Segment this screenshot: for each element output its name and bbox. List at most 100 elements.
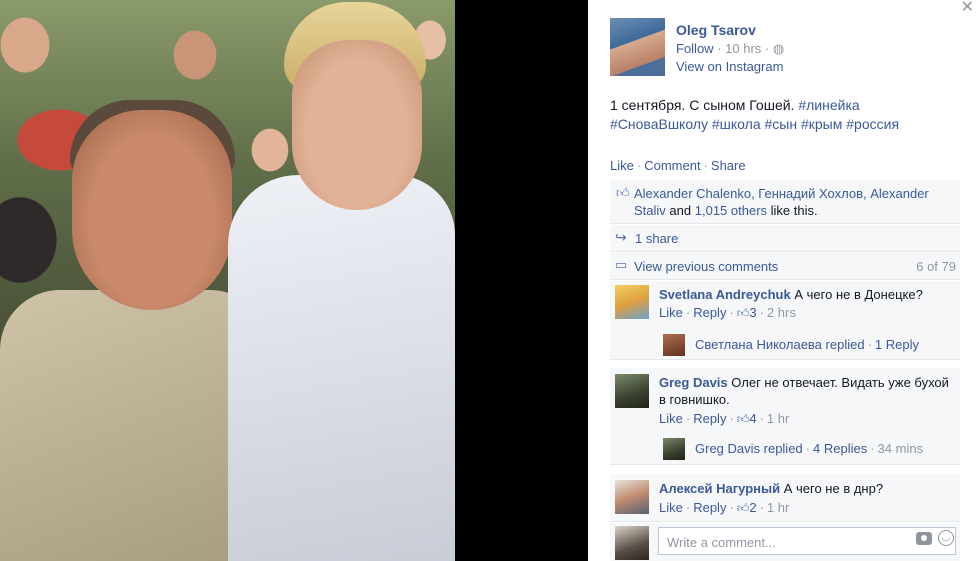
- comment-item: Алексей Нагурный А чего не в днр? Like · R…: [610, 474, 960, 522]
- comment-like-link[interactable]: Like: [659, 411, 683, 426]
- comment-time[interactable]: 1 hr: [767, 411, 789, 426]
- hashtag[interactable]: #школа: [712, 116, 761, 132]
- commenter-name[interactable]: Greg Davis: [659, 375, 728, 390]
- globe-icon: ◍: [772, 41, 785, 56]
- thumbs-up-icon: 👍︎: [736, 501, 750, 515]
- emoji-icon[interactable]: ◡: [938, 530, 954, 546]
- action-separator: ·: [703, 158, 708, 173]
- comment-body: Greg Davis Олег не отвечает. Видать уже …: [659, 374, 954, 408]
- meta-separator: ·: [759, 500, 764, 515]
- reply-count-link[interactable]: 4 Replies: [813, 441, 867, 456]
- photo-boy-face: [292, 40, 422, 210]
- camera-icon[interactable]: [916, 532, 932, 545]
- like-link[interactable]: Like: [610, 158, 634, 173]
- commenter-avatar[interactable]: [615, 374, 649, 408]
- comment-reply-link[interactable]: Reply: [693, 411, 726, 426]
- photo-gutter: [455, 0, 588, 561]
- meta-separator: ·: [729, 411, 734, 426]
- comment-like-link[interactable]: Like: [659, 500, 683, 515]
- comment-like-link[interactable]: Like: [659, 305, 683, 320]
- meta-separator: ·: [685, 411, 691, 426]
- shares-count[interactable]: 1 share: [635, 231, 678, 246]
- comment-item: Greg Davis Олег не отвечает. Видать уже …: [610, 368, 960, 465]
- replier-name[interactable]: Светлана Николаева replied: [695, 337, 865, 352]
- comment-bubble-icon: ▭: [615, 257, 628, 272]
- follow-link[interactable]: Follow: [676, 41, 714, 56]
- reply-summary[interactable]: Greg Davis replied · 4 Replies · 34 mins: [663, 435, 960, 463]
- author-avatar[interactable]: [610, 18, 665, 76]
- comment-like-count[interactable]: 2: [749, 500, 756, 515]
- likes-text: Alexander Chalenko, Геннадий Хохлов, Ale…: [634, 185, 954, 219]
- reply-count-link[interactable]: 1 Reply: [875, 337, 919, 352]
- reply-time[interactable]: 34 mins: [878, 441, 924, 456]
- likes-others-link[interactable]: 1,015 others: [695, 203, 767, 218]
- likes-and: and: [669, 203, 692, 218]
- post-actions: Like · Comment · Share: [610, 158, 746, 173]
- comment-body: Алексей Нагурный А чего не в днр?: [659, 480, 954, 497]
- post-meta: Follow · 10 hrs · ◍: [676, 41, 784, 57]
- meta-separator: ·: [729, 500, 734, 515]
- meta-separator: ·: [729, 305, 734, 320]
- reply-summary[interactable]: Светлана Николаева replied · 1 Reply: [663, 331, 960, 359]
- hashtag[interactable]: #россия: [846, 116, 899, 132]
- comment-like-count[interactable]: 3: [749, 305, 756, 320]
- comment-meta: Like · Reply · 👍︎4 · 1 hr: [659, 411, 789, 427]
- meta-separator: ·: [805, 441, 810, 456]
- shares-summary[interactable]: ↪ 1 share: [610, 225, 960, 252]
- share-link[interactable]: Share: [711, 158, 746, 173]
- reply-summary-text: Светлана Николаева replied · 1 Reply: [695, 337, 919, 352]
- meta-separator: ·: [764, 41, 773, 56]
- meta-separator: ·: [685, 500, 691, 515]
- comment-body: Svetlana Andreychuk А чего не в Донецке?: [659, 286, 954, 303]
- comment-input[interactable]: Write a comment...: [658, 527, 956, 555]
- thumbs-up-icon: 👍︎: [736, 306, 750, 320]
- commenter-name[interactable]: Svetlana Andreychuk: [659, 287, 791, 302]
- thumbs-up-icon: 👍︎: [736, 412, 750, 426]
- hashtag[interactable]: #СноваВшколу: [610, 116, 708, 132]
- meta-separator: ·: [685, 305, 691, 320]
- post-time[interactable]: 10 hrs: [725, 41, 761, 56]
- post-photo[interactable]: [0, 0, 455, 561]
- caption-text: 1 сентября. С сыном Гошей.: [610, 97, 795, 113]
- commenter-name[interactable]: Алексей Нагурный: [659, 481, 780, 496]
- comment-time[interactable]: 1 hr: [767, 500, 789, 515]
- photo-boy-shirt: [228, 175, 455, 561]
- reply-summary-text: Greg Davis replied · 4 Replies · 34 mins: [695, 441, 923, 456]
- meta-separator: ·: [759, 305, 764, 320]
- comment-meta: Like · Reply · 👍︎2 · 1 hr: [659, 500, 789, 516]
- meta-separator: ·: [759, 411, 764, 426]
- comment-reply-link[interactable]: Reply: [693, 500, 726, 515]
- comment-meta: Like · Reply · 👍︎3 · 2 hrs: [659, 305, 796, 321]
- likes-suffix: like this.: [770, 203, 818, 218]
- meta-separator: ·: [867, 337, 872, 352]
- replier-name[interactable]: Greg Davis replied: [695, 441, 803, 456]
- comment-time[interactable]: 2 hrs: [767, 305, 796, 320]
- comments-count: 6 of 79: [916, 259, 956, 274]
- close-icon[interactable]: ✕: [961, 0, 974, 16]
- commenter-avatar[interactable]: [615, 285, 649, 319]
- thumbs-up-icon: 👍︎: [616, 185, 630, 200]
- comment-item: Svetlana Andreychuk А чего не в Донецке?…: [610, 281, 960, 360]
- view-on-instagram-link[interactable]: View on Instagram: [676, 59, 783, 74]
- comment-link[interactable]: Comment: [644, 158, 700, 173]
- share-arrow-icon: ↪: [615, 229, 627, 245]
- view-previous-comments-link[interactable]: View previous comments: [634, 259, 778, 274]
- post-caption: 1 сентября. С сыном Гошей. #линейка #Сно…: [610, 96, 940, 134]
- hashtag[interactable]: #сын: [765, 116, 798, 132]
- hashtag[interactable]: #линейка: [798, 97, 859, 113]
- action-separator: ·: [636, 158, 642, 173]
- comment-text: А чего не в Донецке?: [794, 287, 923, 302]
- comment-reply-link[interactable]: Reply: [693, 305, 726, 320]
- hashtag[interactable]: #крым: [801, 116, 842, 132]
- replier-avatar: [663, 438, 685, 460]
- previous-comments-bar: ▭ View previous comments 6 of 79: [610, 253, 960, 280]
- meta-separator: ·: [717, 41, 726, 56]
- author-name[interactable]: Oleg Tsarov: [676, 22, 756, 38]
- comment-text: А чего не в днр?: [783, 481, 884, 496]
- likes-summary: 👍︎ Alexander Chalenko, Геннадий Хохлов, …: [610, 180, 960, 224]
- commenter-avatar[interactable]: [615, 480, 649, 514]
- comment-composer: Write a comment... ◡: [610, 523, 960, 561]
- photo-man-face: [72, 110, 232, 310]
- comment-like-count[interactable]: 4: [749, 411, 756, 426]
- current-user-avatar: [615, 526, 649, 560]
